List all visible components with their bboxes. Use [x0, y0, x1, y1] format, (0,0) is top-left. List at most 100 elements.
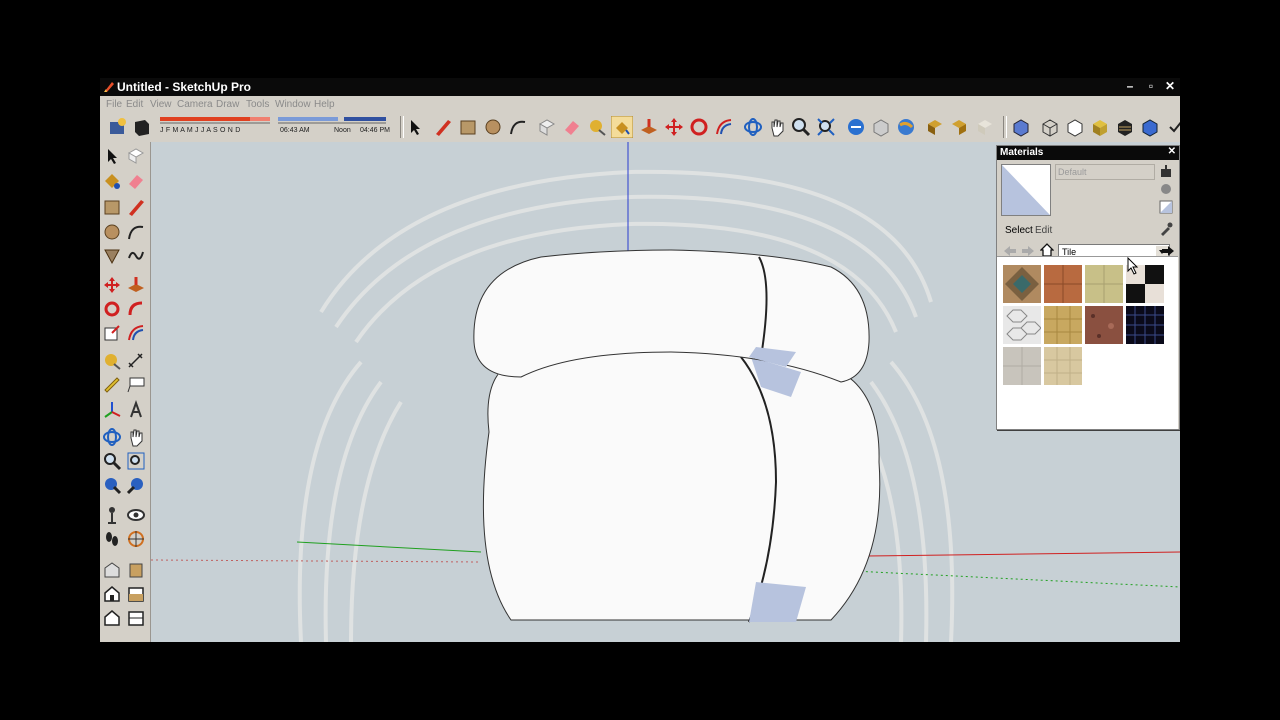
- select-arrow-icon[interactable]: [404, 116, 426, 138]
- menu-window[interactable]: Window: [275, 99, 311, 110]
- menu-tools[interactable]: Tools: [246, 99, 269, 110]
- swatch-tile-gray-stone[interactable]: [1003, 347, 1041, 385]
- eyedropper-icon[interactable]: [1159, 222, 1173, 236]
- default-material-icon[interactable]: [1159, 200, 1173, 214]
- wireframe-style-icon[interactable]: [1039, 116, 1061, 138]
- circle-icon[interactable]: [482, 116, 504, 138]
- dome-bottom-material-face[interactable]: [749, 582, 806, 622]
- tape-measure-icon[interactable]: [586, 116, 608, 138]
- house-outline-icon[interactable]: [102, 608, 122, 628]
- tab-select[interactable]: Select: [1005, 225, 1033, 236]
- rotate-icon[interactable]: [688, 116, 710, 138]
- offset-icon[interactable]: [126, 323, 146, 343]
- scale-icon[interactable]: [102, 323, 122, 343]
- shadow-settings-icon[interactable]: [107, 116, 129, 138]
- material-preview[interactable]: [1001, 164, 1051, 216]
- toolbar-overflow-icon[interactable]: [1164, 116, 1180, 138]
- swatch-tile-tan-square[interactable]: [1044, 306, 1082, 344]
- menu-file[interactable]: File: [106, 99, 122, 110]
- swatch-tile-red-granite[interactable]: [1085, 306, 1123, 344]
- menu-view[interactable]: View: [150, 99, 172, 110]
- axes-icon[interactable]: [102, 400, 122, 420]
- component-options-icon[interactable]: [924, 116, 946, 138]
- move-icon[interactable]: [102, 275, 122, 295]
- text-label-icon[interactable]: [126, 375, 146, 395]
- orbit-icon[interactable]: [742, 116, 764, 138]
- shaded-style-icon[interactable]: [1089, 116, 1111, 138]
- minimize-button[interactable]: –: [1122, 79, 1138, 94]
- sample-paint-icon[interactable]: [1159, 182, 1173, 196]
- dimension-icon[interactable]: [126, 351, 146, 371]
- tab-edit[interactable]: Edit: [1035, 225, 1052, 236]
- eraser-icon[interactable]: [126, 171, 146, 191]
- make-component-icon[interactable]: [536, 116, 558, 138]
- materials-close-icon[interactable]: ✕: [1168, 146, 1176, 157]
- monochrome-style-icon[interactable]: [1139, 116, 1161, 138]
- share-model-icon[interactable]: [870, 116, 892, 138]
- circle-icon[interactable]: [102, 222, 122, 242]
- push-pull-icon[interactable]: [126, 275, 146, 295]
- dynamic-components-icon[interactable]: [974, 116, 996, 138]
- make-component-icon[interactable]: [126, 146, 146, 166]
- select-icon[interactable]: [102, 146, 122, 166]
- move-icon[interactable]: [663, 116, 685, 138]
- swatch-tile-diamond[interactable]: [1003, 265, 1041, 303]
- walk-footprints-icon[interactable]: [102, 529, 122, 549]
- pan-hand-icon[interactable]: [766, 116, 788, 138]
- next-view-icon[interactable]: [126, 475, 146, 495]
- share-component-icon[interactable]: [126, 560, 146, 580]
- freehand-icon[interactable]: [126, 246, 146, 266]
- pencil-line-icon[interactable]: [432, 116, 454, 138]
- display-shadows-icon[interactable]: [131, 116, 153, 138]
- maximize-button[interactable]: ▫: [1143, 79, 1159, 94]
- rectangle-icon[interactable]: [457, 116, 479, 138]
- menu-help[interactable]: Help: [314, 99, 335, 110]
- follow-me-icon[interactable]: [126, 299, 146, 319]
- protractor-icon[interactable]: [102, 375, 122, 395]
- close-button[interactable]: ✕: [1162, 79, 1178, 94]
- material-name-field[interactable]: Default: [1055, 164, 1155, 180]
- rotate-icon[interactable]: [102, 299, 122, 319]
- paint-bucket-icon[interactable]: [611, 116, 633, 138]
- look-around-eye-icon[interactable]: [126, 505, 146, 525]
- google-earth-icon[interactable]: [895, 116, 917, 138]
- menu-edit[interactable]: Edit: [126, 99, 143, 110]
- tape-measure-icon[interactable]: [102, 351, 122, 371]
- section-plane-icon[interactable]: [126, 529, 146, 549]
- pan-hand-icon[interactable]: [126, 427, 146, 447]
- component-attributes-icon[interactable]: [948, 116, 970, 138]
- zoom-window-icon[interactable]: [126, 451, 146, 471]
- arc-icon[interactable]: [126, 222, 146, 242]
- zoom-icon[interactable]: [102, 451, 122, 471]
- push-pull-icon[interactable]: [638, 116, 660, 138]
- textured-style-icon[interactable]: [1114, 116, 1136, 138]
- menu-camera[interactable]: Camera: [177, 99, 213, 110]
- zoom-icon[interactable]: [790, 116, 812, 138]
- swatch-tile-sand-mosaic[interactable]: [1044, 347, 1082, 385]
- previous-view-icon[interactable]: [102, 475, 122, 495]
- rectangle-icon[interactable]: [102, 197, 122, 217]
- menu-draw[interactable]: Draw: [216, 99, 239, 110]
- swatch-tile-terracotta[interactable]: [1044, 265, 1082, 303]
- xray-style-icon[interactable]: [1010, 116, 1032, 138]
- orbit-icon[interactable]: [102, 427, 122, 447]
- line-pencil-icon[interactable]: [126, 197, 146, 217]
- shadow-sliders[interactable]: [158, 114, 394, 126]
- warehouse-icon[interactable]: [102, 560, 122, 580]
- swatch-tile-hexagon[interactable]: [1003, 306, 1041, 344]
- create-material-icon[interactable]: [1159, 164, 1173, 178]
- back-view-icon[interactable]: [126, 584, 146, 604]
- zoom-extents-icon[interactable]: [815, 116, 837, 138]
- offset-icon[interactable]: [713, 116, 735, 138]
- eraser-icon[interactable]: [561, 116, 583, 138]
- position-camera-icon[interactable]: [102, 505, 122, 525]
- swatch-tile-beige[interactable]: [1085, 265, 1123, 303]
- home-icon[interactable]: [1040, 243, 1054, 257]
- side-view-icon[interactable]: [126, 608, 146, 628]
- arc-icon[interactable]: [507, 116, 529, 138]
- hidden-line-style-icon[interactable]: [1064, 116, 1086, 138]
- get-models-icon[interactable]: [845, 116, 867, 138]
- home-front-icon[interactable]: [102, 584, 122, 604]
- 3d-text-icon[interactable]: [126, 400, 146, 420]
- polygon-icon[interactable]: [102, 246, 122, 266]
